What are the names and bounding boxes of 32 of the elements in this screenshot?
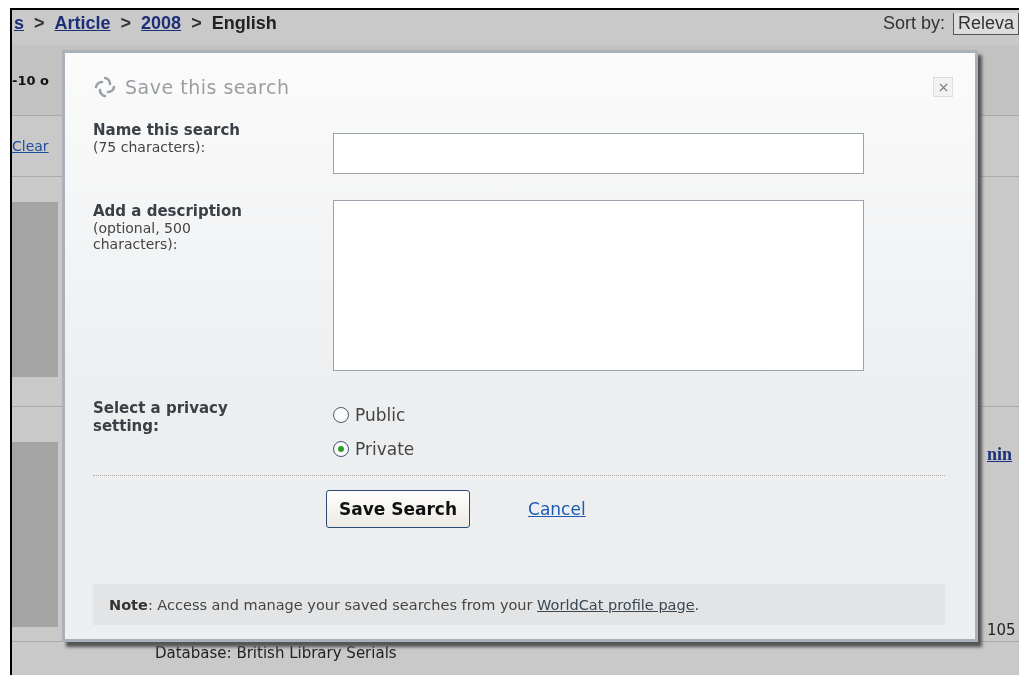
note-text: Note: Access and manage your saved searches from your WorldCat profile page. bbox=[109, 596, 700, 613]
breadcrumb-link[interactable]: 2008 bbox=[141, 13, 182, 34]
breadcrumb-separator: > bbox=[120, 13, 132, 34]
database-line: Database: British Library Serials bbox=[155, 644, 397, 662]
radio-button[interactable] bbox=[333, 441, 349, 457]
field-label: Name this search bbox=[93, 121, 242, 139]
close-icon bbox=[938, 82, 948, 92]
breadcrumb-separator: > bbox=[191, 13, 202, 34]
field-hint: (75 characters): bbox=[93, 139, 207, 155]
breadcrumb-separator: > bbox=[34, 13, 45, 34]
breadcrumb-link[interactable]: Article bbox=[54, 13, 111, 34]
results-range: -10 o bbox=[12, 72, 49, 88]
clear-link[interactable]: Clear bbox=[12, 138, 49, 154]
radio-button[interactable] bbox=[333, 407, 349, 423]
result-number: 105 bbox=[987, 621, 1017, 639]
breadcrumb-link[interactable]: s bbox=[14, 13, 24, 34]
sort-dropdown[interactable]: Releva bbox=[952, 13, 1019, 35]
cancel-link[interactable]: Cancel bbox=[528, 499, 586, 519]
result-title-link[interactable]: nin bbox=[987, 444, 1019, 465]
breadcrumb-current: English bbox=[211, 13, 277, 34]
radio-option[interactable]: Private bbox=[333, 439, 415, 459]
field-label: Add a description bbox=[93, 202, 243, 220]
save-search-button[interactable]: Save Search bbox=[326, 490, 471, 528]
profile-page-link[interactable]: WorldCat profile page bbox=[537, 596, 695, 613]
field-label: Select a privacy setting: bbox=[93, 399, 229, 435]
name-input-field[interactable] bbox=[333, 133, 864, 174]
field-hint: (optional, 500 characters): bbox=[93, 220, 192, 252]
dialog-title: Save this search bbox=[125, 76, 291, 98]
swirl-icon bbox=[93, 75, 117, 99]
close-button[interactable] bbox=[933, 77, 953, 97]
radio-option[interactable]: Public bbox=[333, 405, 415, 425]
sort-label: Sort by: bbox=[882, 13, 945, 34]
